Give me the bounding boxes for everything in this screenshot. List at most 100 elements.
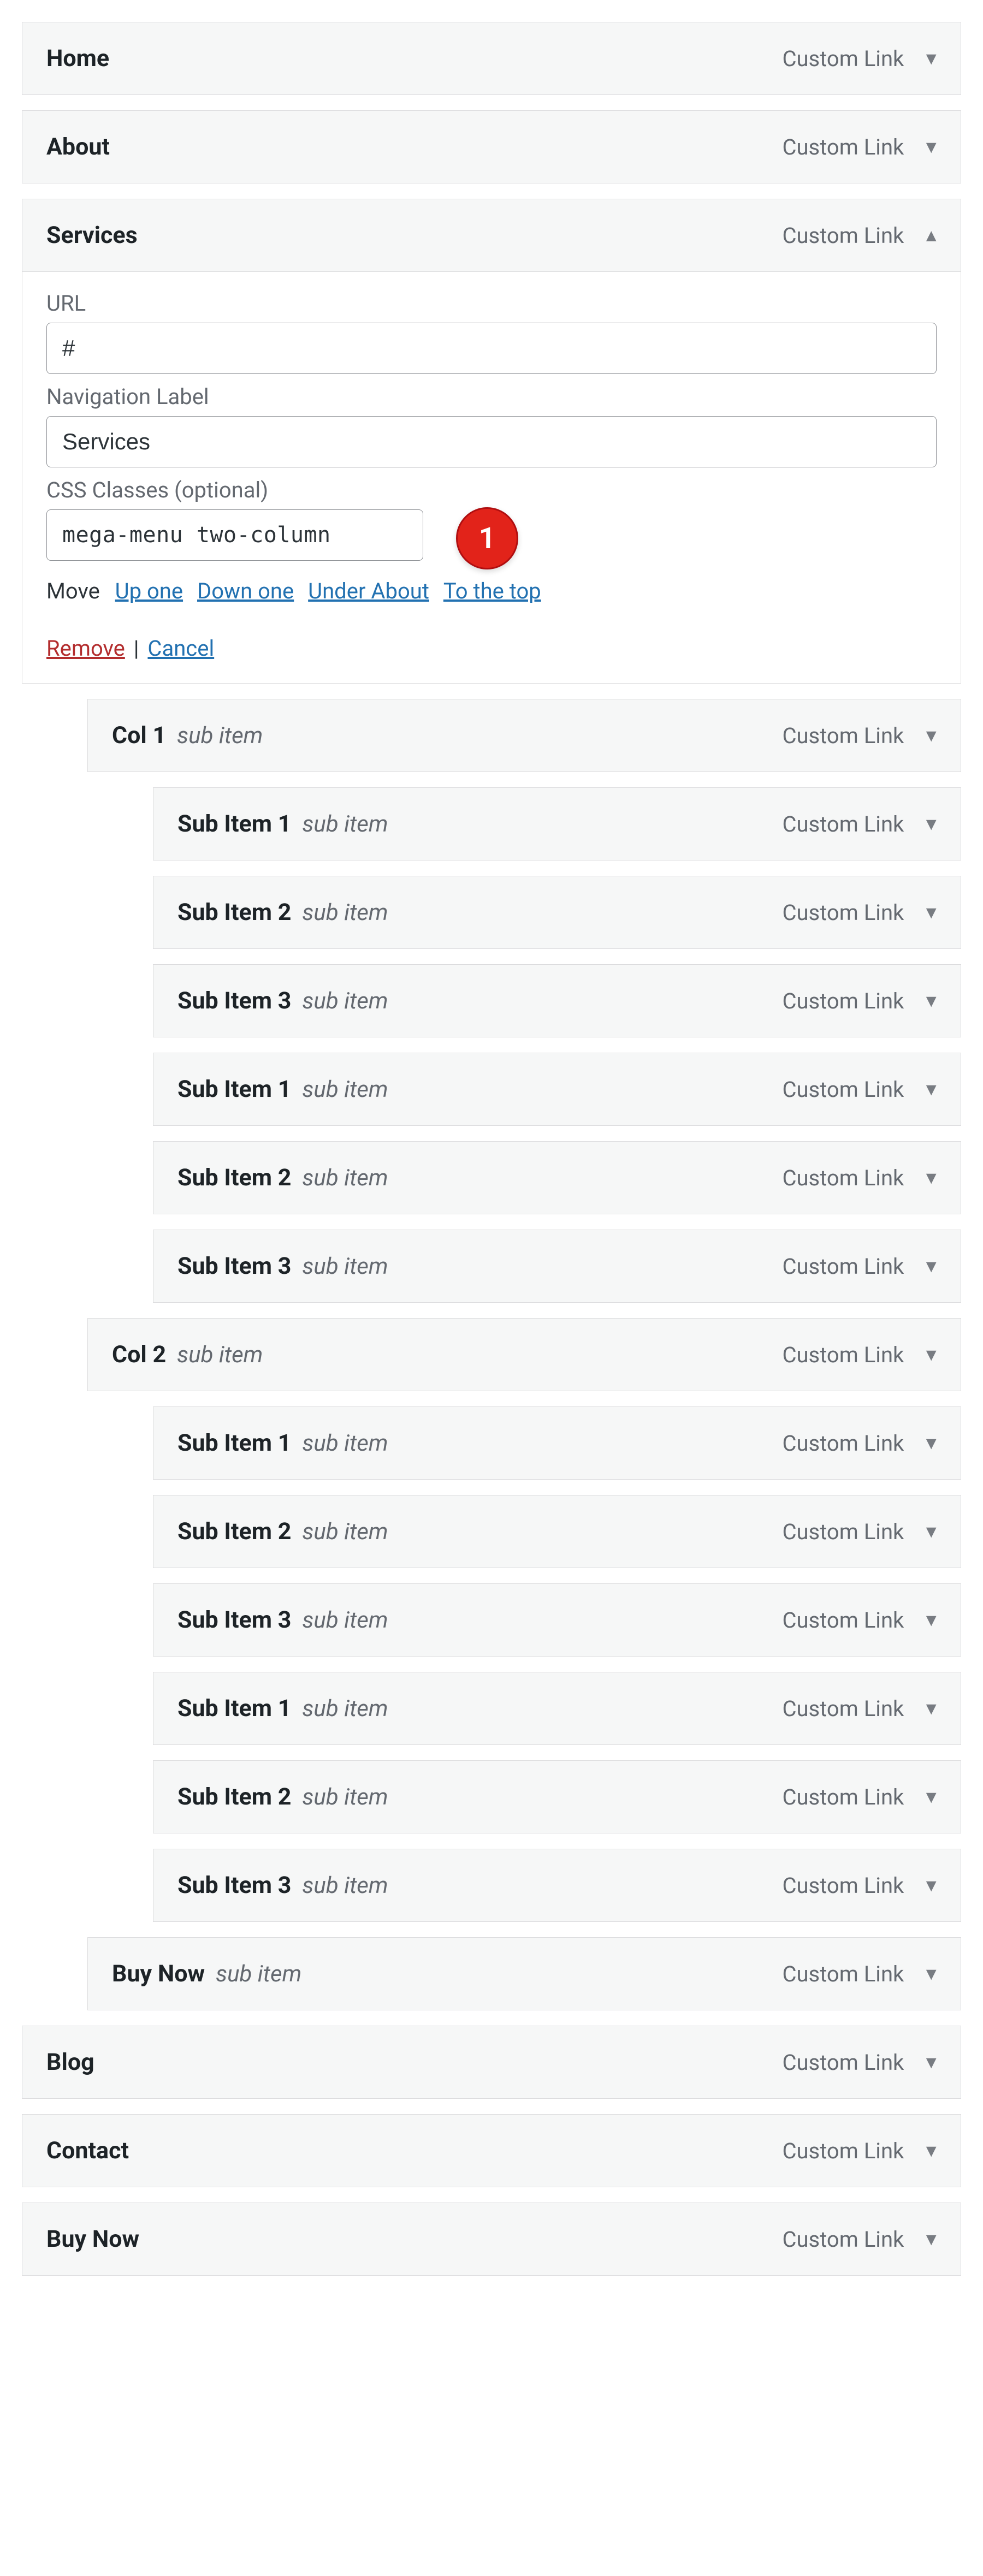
url-label: URL [46,290,937,316]
menu-item-header[interactable]: Sub Item 1 sub item Custom Link ▼ [153,787,961,860]
chevron-down-icon[interactable]: ▼ [922,1963,940,1984]
menu-item-header[interactable]: Col 1 sub item Custom Link ▼ [87,699,961,772]
chevron-down-icon[interactable]: ▼ [922,1256,940,1277]
menu-item-title: Sub Item 2 [177,1783,291,1811]
menu-item-type: Custom Link [782,1784,904,1810]
menu-item: Sub Item 2 sub item Custom Link ▼ [153,1141,961,1214]
menu-item-header[interactable]: Services Custom Link ▲ [22,199,961,272]
menu-item-subtitle: sub item [302,811,388,838]
move-under-link[interactable]: Under About [308,578,429,604]
menu-item-subtitle: sub item [302,1784,388,1811]
menu-item-header[interactable]: Contact Custom Link ▼ [22,2114,961,2187]
menu-item-type: Custom Link [782,988,904,1014]
menu-item-type: Custom Link [782,1961,904,1987]
separator: | [134,636,139,661]
menu-item-header[interactable]: Buy Now sub item Custom Link ▼ [87,1937,961,2010]
menu-item-title: Sub Item 2 [177,899,291,926]
menu-item-header[interactable]: Col 2 sub item Custom Link ▼ [87,1318,961,1391]
chevron-down-icon[interactable]: ▼ [922,1698,940,1719]
chevron-down-icon[interactable]: ▼ [922,2140,940,2161]
chevron-down-icon[interactable]: ▼ [922,1167,940,1188]
menu-item-header[interactable]: Buy Now Custom Link ▼ [22,2203,961,2276]
move-up-link[interactable]: Up one [115,578,183,604]
menu-item-title: Contact [46,2137,129,2164]
callout-badge-1: 1 [456,507,518,569]
url-field[interactable] [46,323,937,374]
menu-item-title: Sub Item 3 [177,1606,291,1634]
menu-item-title: Sub Item 1 [177,1076,291,1103]
menu-item: Contact Custom Link ▼ [22,2114,961,2187]
chevron-down-icon[interactable]: ▼ [922,136,940,157]
menu-item-header[interactable]: Sub Item 3 sub item Custom Link ▼ [153,1583,961,1657]
menu-item-type: Custom Link [782,1165,904,1191]
chevron-down-icon[interactable]: ▼ [922,990,940,1011]
menu-item-header[interactable]: Sub Item 2 sub item Custom Link ▼ [153,1495,961,1568]
chevron-down-icon[interactable]: ▼ [922,814,940,834]
chevron-down-icon[interactable]: ▼ [922,1521,940,1542]
menu-item: Sub Item 2 sub item Custom Link ▼ [153,1495,961,1568]
menu-item-settings: URL Navigation Label CSS Classes (option… [22,272,961,684]
menu-item-subtitle: sub item [302,1076,388,1103]
menu-item-title: Col 2 [112,1341,166,1368]
cancel-link[interactable]: Cancel [147,636,214,661]
chevron-down-icon[interactable]: ▼ [922,48,940,69]
chevron-down-icon[interactable]: ▼ [922,2229,940,2249]
menu-item-subtitle: sub item [302,1695,388,1722]
chevron-down-icon[interactable]: ▼ [922,1786,940,1807]
nav-label-label: Navigation Label [46,384,937,409]
menu-item-type: Custom Link [782,900,904,925]
menu-item-header[interactable]: Sub Item 3 sub item Custom Link ▼ [153,964,961,1037]
menu-item-header[interactable]: About Custom Link ▼ [22,110,961,183]
chevron-down-icon[interactable]: ▼ [922,1344,940,1365]
chevron-up-icon[interactable]: ▲ [922,225,940,246]
menu-item-header[interactable]: Sub Item 2 sub item Custom Link ▼ [153,1141,961,1214]
css-classes-field[interactable] [46,509,423,561]
menu-item: Sub Item 3 sub item Custom Link ▼ [153,1230,961,1303]
move-down-link[interactable]: Down one [197,578,294,604]
menu-item-header[interactable]: Sub Item 2 sub item Custom Link ▼ [153,876,961,949]
chevron-down-icon[interactable]: ▼ [922,725,940,746]
menu-item-header[interactable]: Sub Item 1 sub item Custom Link ▼ [153,1053,961,1126]
nav-label-field[interactable] [46,416,937,467]
remove-link[interactable]: Remove [46,636,125,661]
menu-item: Sub Item 3 sub item Custom Link ▼ [153,1583,961,1657]
menu-item-subtitle: sub item [302,1518,388,1545]
chevron-down-icon[interactable]: ▼ [922,1079,940,1100]
menu-item-title: Sub Item 2 [177,1164,291,1191]
chevron-down-icon[interactable]: ▼ [922,1875,940,1896]
chevron-down-icon[interactable]: ▼ [922,1433,940,1453]
chevron-down-icon[interactable]: ▼ [922,2052,940,2073]
menu-item-header[interactable]: Blog Custom Link ▼ [22,2026,961,2099]
menu-item-subtitle: sub item [302,1165,388,1191]
menu-item-title: Sub Item 3 [177,987,291,1014]
menu-item-title: Sub Item 1 [177,1695,291,1722]
chevron-down-icon[interactable]: ▼ [922,902,940,923]
menu-item-title: Sub Item 1 [177,810,291,838]
menu-item-header[interactable]: Home Custom Link ▼ [22,22,961,95]
menu-item-type: Custom Link [782,2050,904,2075]
menu-item-subtitle: sub item [302,1607,388,1634]
chevron-down-icon[interactable]: ▼ [922,1610,940,1630]
menu-item-subtitle: sub item [177,722,263,749]
menu-item-header[interactable]: Sub Item 3 sub item Custom Link ▼ [153,1849,961,1922]
menu-item-type: Custom Link [782,1431,904,1456]
menu-item-type: Custom Link [782,811,904,837]
menu-item-title: About [46,133,110,161]
menu-item-title: Sub Item 1 [177,1429,291,1457]
menu-item-title: Services [46,222,138,249]
menu-item-type: Custom Link [782,1254,904,1279]
menu-item: Sub Item 1 sub item Custom Link ▼ [153,787,961,860]
menu-item-header[interactable]: Sub Item 1 sub item Custom Link ▼ [153,1672,961,1745]
menu-item-header[interactable]: Sub Item 1 sub item Custom Link ▼ [153,1406,961,1480]
menu-item-title: Sub Item 3 [177,1253,291,1280]
menu-item-header[interactable]: Sub Item 3 sub item Custom Link ▼ [153,1230,961,1303]
menu-item: Sub Item 3 sub item Custom Link ▼ [153,1849,961,1922]
menu-structure-list: Home Custom Link ▼ About Custom Link ▼ S… [22,22,961,2276]
menu-item-subtitle: sub item [177,1342,263,1368]
menu-item-type: Custom Link [782,1873,904,1898]
move-label: Move [46,578,100,604]
menu-item-header[interactable]: Sub Item 2 sub item Custom Link ▼ [153,1760,961,1833]
move-top-link[interactable]: To the top [443,578,541,604]
menu-item: Sub Item 2 sub item Custom Link ▼ [153,1760,961,1833]
menu-item: About Custom Link ▼ [22,110,961,183]
